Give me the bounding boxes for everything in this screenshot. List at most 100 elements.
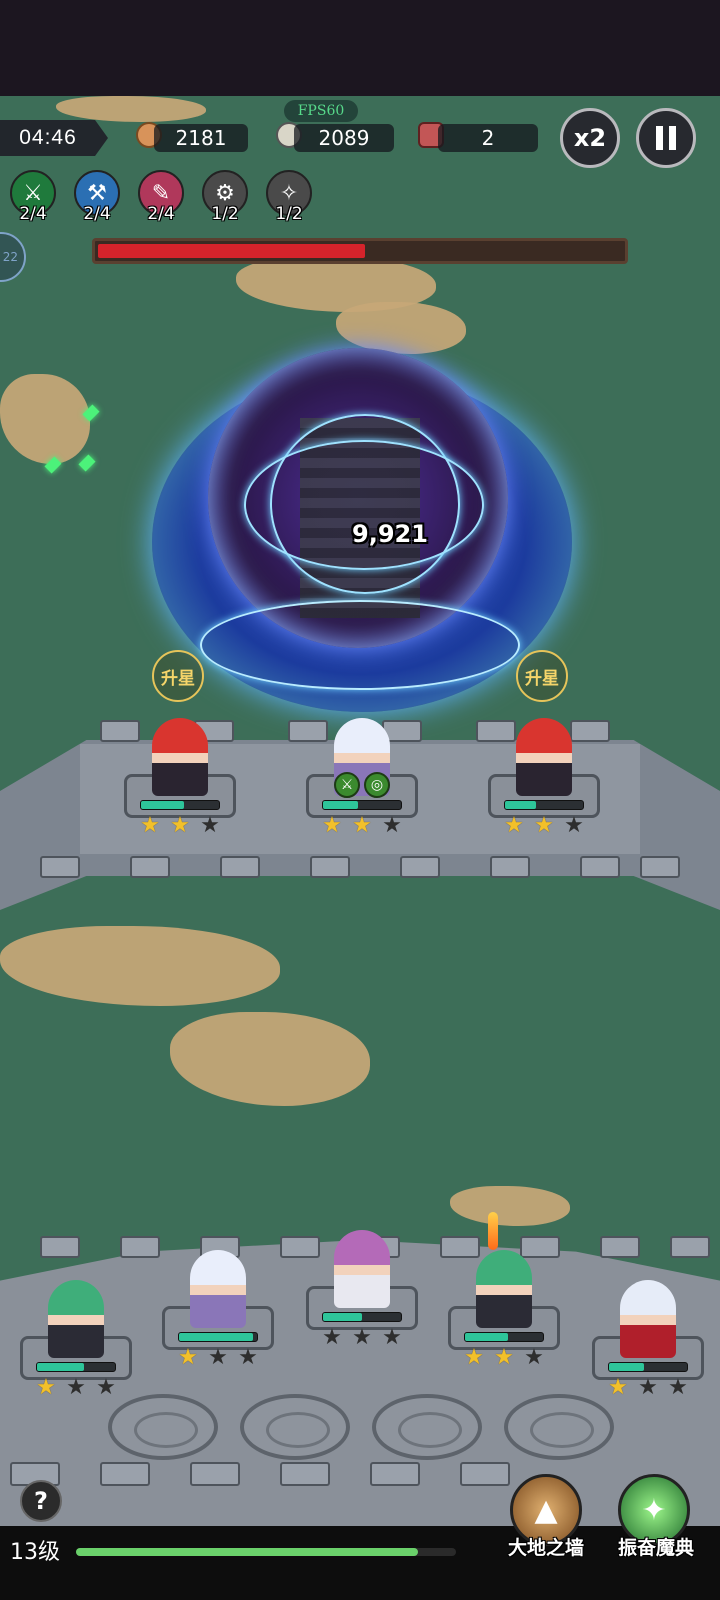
- hero-health-bar: [504, 800, 584, 810]
- wall-crenel: [580, 856, 620, 878]
- hero-white-hair-mage[interactable]: [190, 1250, 246, 1328]
- buff-icon: ⚔: [334, 772, 360, 798]
- star-icon: ★: [140, 813, 160, 838]
- wall-crenel: [400, 856, 440, 878]
- wall-crenel: [670, 1236, 710, 1258]
- wall-crenel: [490, 856, 530, 878]
- lightning-effect: [244, 440, 484, 570]
- coin-count: 2181: [154, 124, 248, 152]
- wall-crenel: [370, 1462, 420, 1486]
- wall-crenel: [600, 1236, 640, 1258]
- grimoire-icon: ✦: [641, 1492, 667, 1528]
- hero-star-rating: ★ ★ ★: [606, 1376, 690, 1400]
- wall-crenel: [570, 720, 610, 742]
- star-up-button[interactable]: 升星: [516, 650, 568, 702]
- sword-icon: ⚔: [23, 180, 43, 206]
- skill-level: 1/2: [211, 204, 239, 224]
- skill-level: 2/4: [83, 204, 111, 224]
- hero-star-rating: ★ ★ ★: [34, 1376, 118, 1400]
- hero-health-bar: [464, 1332, 544, 1342]
- star-icon: ★: [638, 1375, 658, 1400]
- lightning-effect: [200, 600, 520, 690]
- kill-count: 2089: [294, 124, 394, 152]
- fire-projectile: [488, 1212, 498, 1250]
- hero-green-hair-gunner[interactable]: [476, 1250, 532, 1328]
- star-icon: ★: [352, 813, 372, 838]
- wall-crenel: [288, 720, 328, 742]
- hero-star-rating: ★ ★ ★: [502, 814, 586, 838]
- hero-purple-hair-rogue[interactable]: [334, 1230, 390, 1308]
- hero-star-rating: ★ ★ ★: [462, 1346, 546, 1370]
- wall-crenel: [120, 1236, 160, 1258]
- star-icon: ★: [564, 813, 584, 838]
- star-icon: ★: [208, 1345, 228, 1370]
- star-icon: ★: [668, 1375, 688, 1400]
- boss-health-fill: [98, 244, 366, 258]
- wall-crenel: [280, 1236, 320, 1258]
- wall-crenel: [280, 1462, 330, 1486]
- blade-icon: ✎: [151, 180, 171, 206]
- speed-button[interactable]: x2: [560, 108, 620, 168]
- wrench-icon: ✧: [279, 180, 299, 206]
- pause-button[interactable]: [636, 108, 696, 168]
- buff-icon: ◎: [364, 772, 390, 798]
- match-timer: 04:46: [0, 120, 108, 156]
- star-icon: ★: [200, 813, 220, 838]
- damage-number: 9,921: [352, 520, 428, 548]
- wall-crenel: [40, 1236, 80, 1258]
- wall-crenel: [310, 856, 350, 878]
- empty-hero-slot[interactable]: [108, 1394, 218, 1460]
- wall-crenel: [220, 856, 260, 878]
- empty-hero-slot[interactable]: [372, 1394, 482, 1460]
- grimoire-label: 振奋魔典: [617, 1537, 694, 1559]
- earth-wall-icon: ▲: [534, 1492, 558, 1528]
- wall-crenel: [190, 1462, 240, 1486]
- status-bar-area: [0, 0, 720, 96]
- wall-crenel: [130, 856, 170, 878]
- hero-green-hair-gunner[interactable]: [48, 1280, 104, 1358]
- star-icon: ★: [352, 1325, 372, 1350]
- skill-level: 2/4: [19, 204, 47, 224]
- wall-crenel: [100, 720, 140, 742]
- wall-crenel: [440, 1236, 480, 1258]
- help-button[interactable]: ?: [20, 1480, 62, 1522]
- hero-red-hair-swordswoman[interactable]: [152, 718, 208, 796]
- star-icon: ★: [504, 813, 524, 838]
- star-icon: ★: [96, 1375, 116, 1400]
- hero-star-rating: ★ ★ ★: [320, 1326, 404, 1350]
- empty-hero-slot[interactable]: [240, 1394, 350, 1460]
- hero-star-rating: ★ ★ ★: [320, 814, 404, 838]
- star-icon: ★: [170, 813, 190, 838]
- star-icon: ★: [382, 813, 402, 838]
- enemy-count: 2: [438, 124, 538, 152]
- wall-crenel: [476, 720, 516, 742]
- hero-health-bar: [322, 800, 402, 810]
- star-icon: ★: [66, 1375, 86, 1400]
- gear-icon: ⚙: [215, 180, 235, 206]
- star-icon: ★: [36, 1375, 56, 1400]
- skill-level: 2/4: [147, 204, 175, 224]
- star-icon: ★: [238, 1345, 258, 1370]
- hero-health-bar: [608, 1362, 688, 1372]
- hero-star-rating: ★ ★ ★: [138, 814, 222, 838]
- fps-counter: FPS60: [284, 100, 358, 122]
- pause-icon: [656, 126, 676, 150]
- empty-hero-slot[interactable]: [504, 1394, 614, 1460]
- hero-health-bar: [140, 800, 220, 810]
- skill-level: 1/2: [275, 204, 303, 224]
- hero-health-bar: [322, 1312, 402, 1322]
- star-icon: ★: [608, 1375, 628, 1400]
- hero-silver-hair-witch[interactable]: [620, 1280, 676, 1358]
- hero-health-bar: [178, 1332, 258, 1342]
- star-icon: ★: [524, 1345, 544, 1370]
- star-icon: ★: [322, 1325, 342, 1350]
- wall-crenel: [40, 856, 80, 878]
- star-icon: ★: [534, 813, 554, 838]
- xp-bar: [76, 1548, 456, 1556]
- hero-star-rating: ★ ★ ★: [176, 1346, 260, 1370]
- hero-red-hair-swordswoman[interactable]: [516, 718, 572, 796]
- wall-crenel: [460, 1462, 510, 1486]
- star-up-button[interactable]: 升星: [152, 650, 204, 702]
- star-icon: ★: [494, 1345, 514, 1370]
- wall-crenel: [520, 1236, 560, 1258]
